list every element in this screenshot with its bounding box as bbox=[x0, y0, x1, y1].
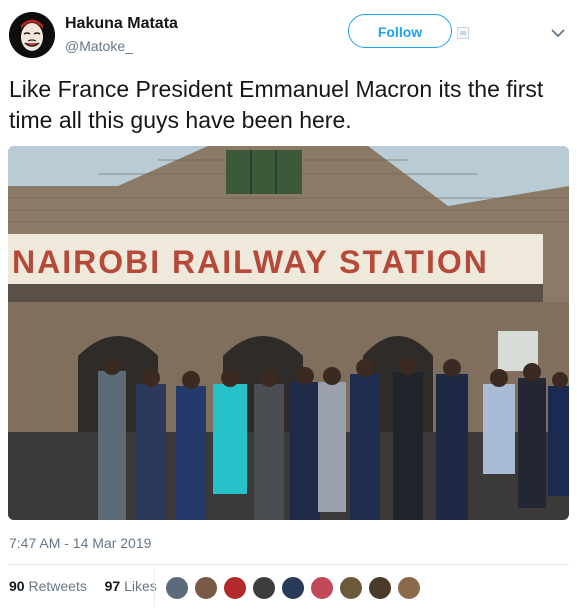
tweet-photo[interactable]: NAIROBI RAILWAY STATION bbox=[8, 146, 569, 520]
station-sign: NAIROBI RAILWAY STATION bbox=[12, 244, 489, 280]
liker-avatar[interactable] bbox=[251, 575, 277, 601]
tweet-header: Hakuna Matata @Matoke_ Follow bbox=[0, 0, 577, 64]
divider bbox=[154, 570, 155, 606]
user-handle[interactable]: @Matoke_ bbox=[65, 38, 133, 54]
likes-label[interactable]: Likes bbox=[124, 578, 157, 594]
mute-icon bbox=[457, 27, 469, 39]
railway-station-photo: NAIROBI RAILWAY STATION bbox=[8, 146, 569, 520]
liker-avatar[interactable] bbox=[338, 575, 364, 601]
tweet-stats: 90 Retweets 97 Likes bbox=[9, 578, 157, 594]
liker-avatar[interactable] bbox=[193, 575, 219, 601]
liker-avatar[interactable] bbox=[222, 575, 248, 601]
chevron-down-icon[interactable] bbox=[550, 27, 566, 39]
tweet-timestamp[interactable]: 7:47 AM - 14 Mar 2019 bbox=[9, 535, 151, 551]
follow-button[interactable]: Follow bbox=[348, 14, 452, 48]
likes-count[interactable]: 97 bbox=[105, 578, 121, 594]
divider bbox=[8, 564, 569, 565]
liker-avatar[interactable] bbox=[396, 575, 422, 601]
tweet-text: Like France President Emmanuel Macron it… bbox=[9, 76, 544, 133]
liker-avatar[interactable] bbox=[280, 575, 306, 601]
liker-avatar[interactable] bbox=[309, 575, 335, 601]
liker-avatar[interactable] bbox=[367, 575, 393, 601]
avatar[interactable] bbox=[9, 12, 55, 58]
retweets-count[interactable]: 90 bbox=[9, 578, 25, 594]
display-name[interactable]: Hakuna Matata bbox=[65, 15, 178, 33]
retweets-label[interactable]: Retweets bbox=[28, 578, 86, 594]
liker-avatar[interactable] bbox=[164, 575, 190, 601]
